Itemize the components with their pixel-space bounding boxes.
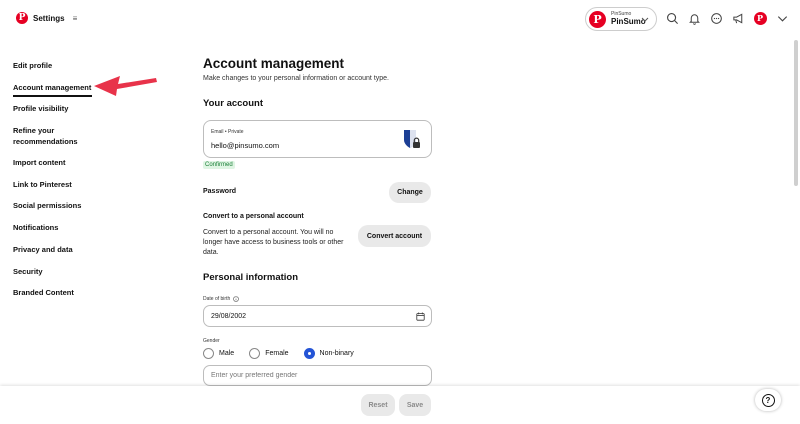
dob-label-row: Date of birth [203,296,240,302]
sidebar-item-refine-recommendations[interactable]: Refine your recommendations [13,125,103,147]
gender-label: Gender [203,338,220,344]
page-title: Settings [33,13,65,23]
gender-label-non-binary[interactable]: Non-binary [320,350,354,357]
convert-heading: Convert to a personal account [203,213,304,220]
gender-radio-non-binary[interactable] [303,348,315,359]
gender-label-male[interactable]: Male [219,350,234,357]
account-avatar: P [589,10,606,28]
help-button[interactable]: ? [755,389,781,411]
search-icon[interactable] [664,10,680,26]
sidebar-item-profile-visibility[interactable]: Profile visibility [13,103,113,114]
confirmed-badge: Confirmed [203,161,235,169]
sidebar-item-social-permissions[interactable]: Social permissions [13,200,113,211]
menu-icon[interactable]: ≡ [73,14,78,23]
your-account-heading: Your account [203,98,263,109]
password-label: Password [203,188,237,195]
pinterest-logo-icon[interactable]: P [16,12,28,24]
sidebar-item-import-content[interactable]: Import content [13,157,113,168]
dob-value[interactable]: 29/08/2002 [211,313,246,320]
gender-label-female[interactable]: Female [265,350,288,357]
megaphone-icon[interactable] [730,10,746,26]
calendar-icon[interactable] [416,312,425,321]
page-heading: Account management [203,56,345,71]
chevron-down-icon[interactable] [774,10,790,26]
gender-radio-male[interactable] [203,348,214,359]
change-password-button[interactable]: Change [389,182,431,203]
date-of-birth-field[interactable]: 29/08/2002 [203,305,432,327]
email-field[interactable]: Email • Private hello@pinsumo.com [203,120,432,158]
bell-icon[interactable] [686,10,702,26]
account-switcher[interactable]: P PinSumo PinSumo [585,7,657,31]
dob-label: Date of birth [203,296,231,302]
email-label: Email • Private [211,129,244,135]
sidebar-item-link-to-pinterest[interactable]: Link to Pinterest [13,179,113,190]
sidebar-item-privacy-and-data[interactable]: Privacy and data [13,244,113,255]
messages-icon[interactable] [708,10,724,26]
top-bar: P Settings ≡ P PinSumo PinSumo P [0,0,800,38]
info-icon[interactable] [233,296,240,302]
email-value[interactable]: hello@pinsumo.com [211,141,279,150]
help-icon: ? [761,393,775,407]
save-button[interactable]: Save [399,394,431,416]
convert-account-button[interactable]: Convert account [358,225,431,247]
profile-avatar[interactable]: P [752,10,768,26]
shield-lock-icon[interactable] [402,129,422,151]
sidebar-item-account-management[interactable]: Account management [13,82,92,97]
personal-info-heading: Personal information [203,272,299,283]
sidebar-item-branded-content[interactable]: Branded Content [13,287,113,298]
sidebar-item-security[interactable]: Security [13,266,113,277]
preferred-gender-input[interactable] [203,365,432,386]
gender-radio-group: Male Female Non-binary [203,348,354,359]
sidebar-item-notifications[interactable]: Notifications [13,222,113,233]
brand: P Settings ≡ [16,12,77,24]
reset-button[interactable]: Reset [361,394,395,416]
scrollbar[interactable] [794,40,798,186]
annotation-arrow-icon [94,76,157,96]
gender-radio-female[interactable] [249,348,261,359]
convert-description: Convert to a personal account. You will … [203,229,344,256]
page-subtitle: Make changes to your personal informatio… [203,75,389,82]
chevron-down-icon [641,17,649,22]
